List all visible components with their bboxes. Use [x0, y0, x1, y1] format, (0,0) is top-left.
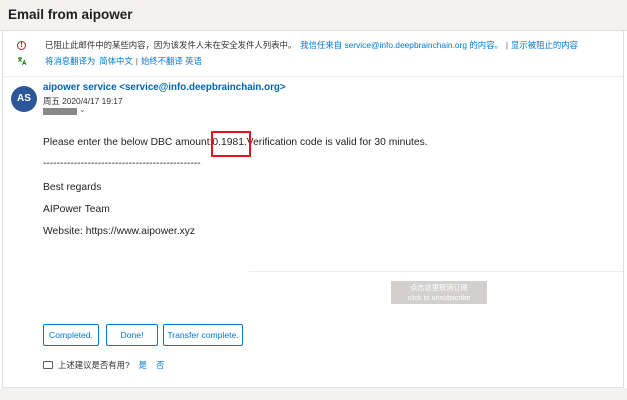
avatar[interactable]: AS: [11, 86, 37, 112]
divider: [3, 76, 623, 77]
translate-bar: 将消息翻译为 简体中文 | 始终不翻译 英语: [17, 54, 202, 68]
bottom-strip: [0, 388, 627, 400]
show-blocked-content-link[interactable]: 显示被阻止的内容: [511, 39, 578, 51]
suggested-reply-transfer[interactable]: Transfer complete.: [163, 324, 243, 346]
sender-name[interactable]: aipower service <service@info.deepbrainc…: [43, 82, 286, 93]
body-text-prefix: Please enter the below DBC amount: [43, 137, 210, 148]
window-header: Email from aipower: [0, 0, 627, 31]
recipient-redacted[interactable]: [43, 108, 77, 115]
body-dashes: ----------------------------------------…: [43, 158, 201, 169]
unsubscribe-label-zh: 点击这里取消订阅: [410, 283, 468, 292]
suggested-reply-completed[interactable]: Completed.: [43, 324, 99, 346]
body-website: Website: https://www.aipower.xyz: [43, 226, 196, 237]
body-team: AIPower Team: [43, 204, 110, 215]
unsubscribe-label-en: click to unsubscribe: [407, 293, 471, 302]
separator: |: [505, 40, 509, 50]
blocked-content-bar: ! 已阻止此邮件中的某些内容，因为该发件人未在安全发件人列表中。 我信任来自 s…: [17, 38, 578, 52]
separator: |: [135, 56, 138, 66]
blocked-content-text: 已阻止此邮件中的某些内容，因为该发件人未在安全发件人列表中。: [45, 40, 297, 50]
feedback-icon: [43, 361, 53, 369]
highlight-annotation: [211, 131, 251, 157]
translate-icon: [17, 56, 27, 66]
chevron-down-icon[interactable]: ⌄: [79, 105, 86, 114]
feedback-no-link[interactable]: 否: [156, 359, 164, 371]
never-translate-link[interactable]: 始终不翻译 英语: [141, 55, 202, 67]
feedback-yes-link[interactable]: 是: [139, 359, 147, 371]
info-icon: !: [17, 40, 26, 50]
translate-message-label[interactable]: 将消息翻译为: [45, 55, 95, 67]
translate-language-link[interactable]: 简体中文: [99, 55, 133, 67]
message-panel: ! 已阻止此邮件中的某些内容，因为该发件人未在安全发件人列表中。 我信任来自 s…: [2, 31, 624, 388]
suggested-reply-done[interactable]: Done!: [106, 324, 158, 346]
divider: [249, 271, 623, 272]
body-text-suffix: Verification code is valid for 30 minute…: [246, 137, 428, 148]
feedback-bar: 上述建议是否有用? 是 否: [43, 359, 164, 371]
window-title: Email from aipower: [8, 7, 133, 22]
unsubscribe-button[interactable]: 点击这里取消订阅 click to unsubscribe: [391, 281, 487, 304]
body-regards: Best regards: [43, 182, 102, 193]
trust-sender-link[interactable]: 我信任来自 service@info.deepbrainchain.org 的内…: [300, 39, 503, 51]
feedback-question: 上述建议是否有用?: [58, 360, 130, 370]
